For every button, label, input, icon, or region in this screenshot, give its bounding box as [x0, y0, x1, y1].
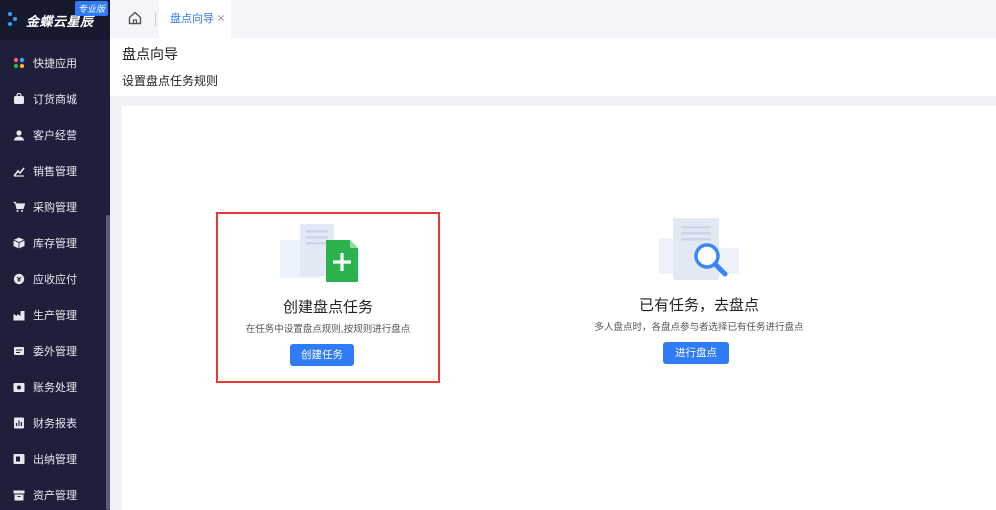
- card-title: 已有任务，去盘点: [638, 296, 759, 314]
- existing-task-card[interactable]: 已有任务，去盘点 多人盘点时，各盘点参与者选择已有任务进行盘点 进行盘点: [574, 212, 824, 383]
- grid-apps-icon: [13, 57, 25, 69]
- page-header: 盘点向导 设置盘点任务规则: [110, 38, 996, 96]
- app-logo[interactable]: 金蝶云星辰 专业版: [0, 0, 110, 40]
- create-task-card[interactable]: 创建盘点任务 在任务中设置盘点规则,按规则进行盘点 创建任务: [216, 212, 440, 383]
- home-icon[interactable]: [128, 11, 142, 25]
- sidebar-item-label: 快捷应用: [33, 57, 77, 70]
- sidebar-item-receivable[interactable]: 应收应付: [0, 261, 110, 297]
- factory-icon: [13, 309, 25, 321]
- receivable-icon: [13, 273, 25, 285]
- page-title: 盘点向导: [122, 47, 178, 63]
- add-document-icon: [278, 220, 362, 284]
- sidebar-item-purchase[interactable]: 采购管理: [0, 189, 110, 225]
- tab-bar: 盘点向导 ×: [110, 0, 996, 38]
- tab-label: 盘点向导: [170, 12, 214, 25]
- sidebar-item-label: 生产管理: [33, 309, 77, 322]
- close-icon[interactable]: ×: [217, 13, 225, 24]
- card-title: 创建盘点任务: [282, 298, 373, 316]
- sidebar-item-accounting[interactable]: 账务处理: [0, 369, 110, 405]
- sidebar-item-asset[interactable]: 资产管理: [0, 477, 110, 510]
- outsource-icon: [13, 345, 25, 357]
- ledger-icon: [13, 381, 25, 393]
- sidebar-item-label: 资产管理: [33, 489, 77, 502]
- sidebar: 金蝶云星辰 专业版 快捷应用 订货商城 客户经营 销售管理 采购管理 库存管理 …: [0, 0, 110, 510]
- cashier-icon: [13, 453, 25, 465]
- sidebar-item-cashier[interactable]: 出纳管理: [0, 441, 110, 477]
- tab-divider: [155, 12, 156, 26]
- sidebar-item-outsource[interactable]: 委外管理: [0, 333, 110, 369]
- logo-mark-icon: [8, 12, 22, 28]
- sidebar-scrollbar[interactable]: [106, 215, 110, 510]
- page-subtitle: 设置盘点任务规则: [122, 74, 219, 88]
- sidebar-item-label: 委外管理: [33, 345, 77, 358]
- shopping-bag-icon: [13, 92, 25, 105]
- sidebar-item-financial-report[interactable]: 财务报表: [0, 405, 110, 441]
- sidebar-item-label: 销售管理: [33, 165, 77, 178]
- sidebar-item-order-mall[interactable]: 订货商城: [0, 81, 110, 117]
- sidebar-item-customer[interactable]: 客户经营: [0, 117, 110, 153]
- report-icon: [13, 417, 25, 429]
- sidebar-item-quick-apps[interactable]: 快捷应用: [0, 45, 110, 81]
- sidebar-item-inventory[interactable]: 库存管理: [0, 225, 110, 261]
- start-counting-button[interactable]: 进行盘点: [663, 342, 729, 364]
- tab-inventory-wizard[interactable]: 盘点向导 ×: [159, 0, 232, 38]
- sidebar-item-label: 出纳管理: [33, 453, 77, 466]
- box-icon: [13, 237, 25, 249]
- sidebar-item-sales[interactable]: 销售管理: [0, 153, 110, 189]
- sidebar-item-label: 采购管理: [33, 201, 77, 214]
- sidebar-item-production[interactable]: 生产管理: [0, 297, 110, 333]
- sidebar-item-label: 账务处理: [33, 381, 77, 394]
- sidebar-item-label: 应收应付: [33, 273, 77, 286]
- create-task-button[interactable]: 创建任务: [290, 344, 354, 366]
- sidebar-menu: 快捷应用 订货商城 客户经营 销售管理 采购管理 库存管理 应收应付 生产管理 …: [0, 45, 110, 510]
- sales-chart-icon: [13, 165, 25, 177]
- search-document-icon: [657, 218, 741, 282]
- card-description: 在任务中设置盘点规则,按规则进行盘点: [245, 324, 411, 335]
- sidebar-item-label: 库存管理: [33, 237, 77, 250]
- asset-icon: [13, 489, 25, 501]
- sidebar-item-label: 订货商城: [33, 93, 77, 106]
- edition-badge: 专业版: [74, 1, 108, 16]
- customer-icon: [13, 129, 25, 141]
- sidebar-item-label: 财务报表: [33, 417, 77, 430]
- card-description: 多人盘点时，各盘点参与者选择已有任务进行盘点: [594, 322, 804, 333]
- sidebar-item-label: 客户经营: [33, 129, 77, 142]
- cart-icon: [13, 201, 26, 213]
